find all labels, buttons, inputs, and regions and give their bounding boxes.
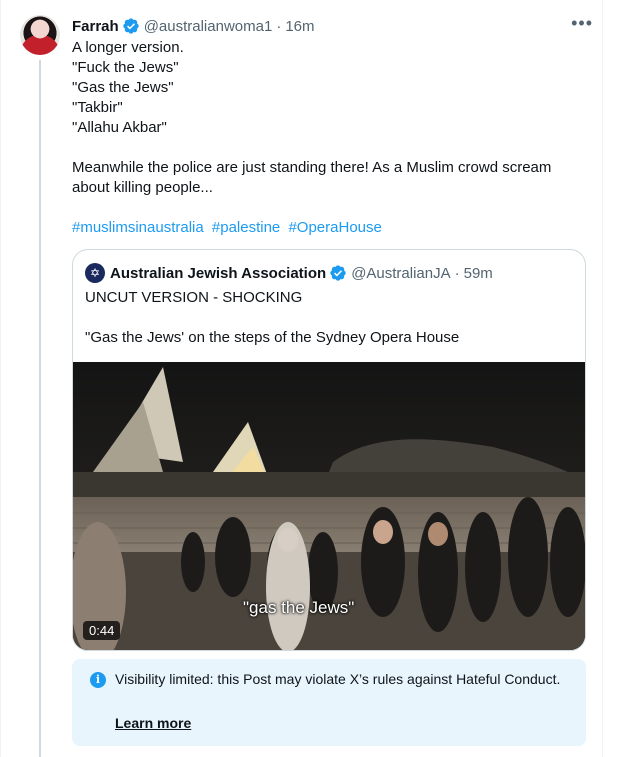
verified-badge-icon <box>123 18 139 34</box>
info-icon: i <box>90 672 106 688</box>
post-time[interactable]: 16m <box>285 18 314 35</box>
quoted-author-name[interactable]: Australian Jewish Association <box>110 265 326 282</box>
more-options-icon[interactable]: ••• <box>571 14 593 32</box>
video-duration: 0:44 <box>83 621 121 640</box>
quoted-post-header: ✡ Australian Jewish Association @Austral… <box>85 263 493 283</box>
separator-dot: · <box>454 264 460 282</box>
learn-more-link[interactable]: Learn more <box>115 715 191 731</box>
visibility-notice-text: Visibility limited: this Post may violat… <box>115 671 561 687</box>
video-player[interactable]: "gas the Jews" 0:44 <box>73 362 585 650</box>
tweet-text: A longer version. "Fuck the Jews" "Gas t… <box>72 39 552 196</box>
quoted-post[interactable]: ✡ Australian Jewish Association @Austral… <box>72 249 586 651</box>
hashtag-list: #muslimsinaustralia #palestine #OperaHou… <box>72 218 386 238</box>
hashtag-link[interactable]: #muslimsinaustralia <box>72 219 204 236</box>
hashtag-link[interactable]: #OperaHouse <box>288 219 381 236</box>
quoted-author-handle[interactable]: @AustralianJA <box>351 265 450 282</box>
quoted-post-text: UNCUT VERSION - SHOCKING "Gas the Jews' … <box>85 289 460 346</box>
author-name[interactable]: Farrah <box>72 18 119 35</box>
quoted-post-time[interactable]: 59m <box>464 265 493 282</box>
divider-right <box>602 0 603 757</box>
tweet-header: Farrah @australianwoma1 · 16m ••• <box>72 14 593 36</box>
thread-line <box>39 60 41 757</box>
visibility-notice: i Visibility limited: this Post may viol… <box>72 659 586 746</box>
divider-left <box>0 0 1 757</box>
quoted-author-avatar[interactable]: ✡ <box>85 263 105 283</box>
separator-dot: · <box>276 17 282 35</box>
verified-badge-icon <box>330 265 346 281</box>
author-avatar[interactable] <box>20 15 60 55</box>
tweet-page: Farrah @australianwoma1 · 16m ••• A long… <box>0 0 627 757</box>
author-handle[interactable]: @australianwoma1 <box>144 18 273 35</box>
hashtag-link[interactable]: #palestine <box>212 219 280 236</box>
video-caption: "gas the Jews" <box>243 598 355 617</box>
